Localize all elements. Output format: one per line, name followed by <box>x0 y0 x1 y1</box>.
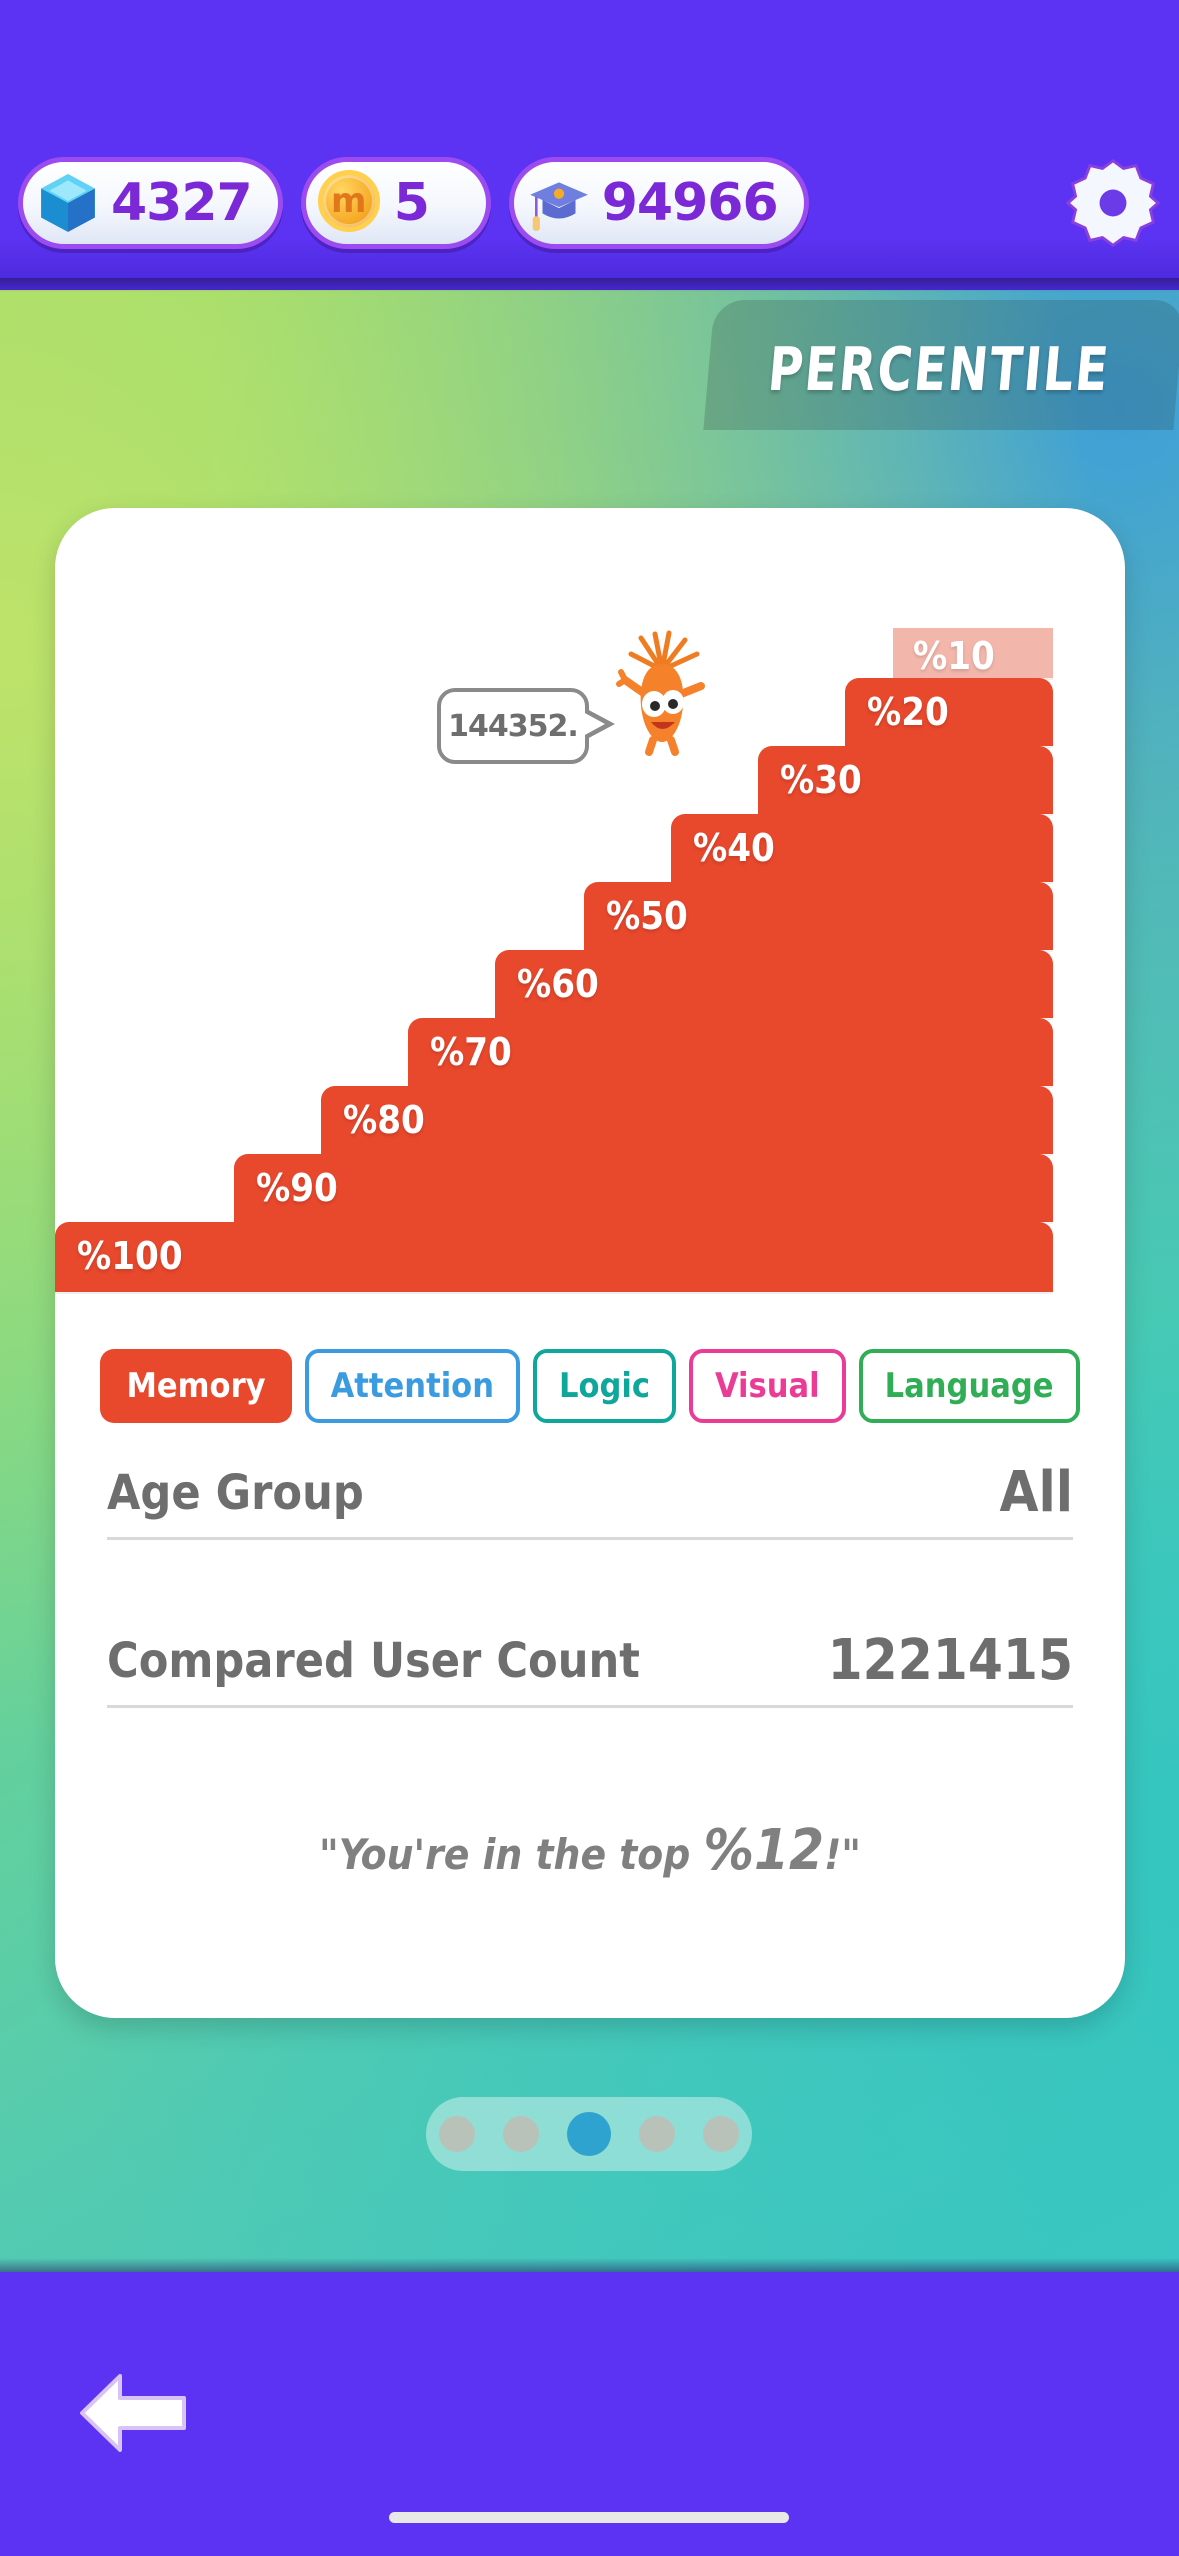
tab-logic[interactable]: Logic <box>532 1349 676 1423</box>
compared-user-count-label: Compared User Count <box>107 1632 640 1689</box>
stair-step-20-label: %20 <box>867 690 949 734</box>
home-indicator <box>389 2512 789 2523</box>
gem-icon <box>35 170 101 236</box>
tab-visual-label: Visual <box>714 1366 820 1406</box>
stair-step-100: %100 <box>55 1222 1053 1292</box>
hud-pill-row: 4327 m 5 94966 <box>0 148 1179 258</box>
stair-step-50: %50 <box>584 882 1053 950</box>
experience-pill[interactable]: 94966 <box>508 157 809 249</box>
carrot-mascot-icon <box>607 628 717 758</box>
tab-language-label: Language <box>884 1366 1054 1406</box>
tab-logic-label: Logic <box>558 1366 650 1406</box>
tab-memory-label: Memory <box>126 1366 266 1406</box>
experience-count: 94966 <box>601 173 779 233</box>
top-hud-bar: 4327 m 5 94966 <box>0 0 1179 290</box>
page-dot-2[interactable] <box>503 2116 539 2152</box>
coin-glyph: m <box>331 181 367 221</box>
compared-user-count-row: Compared User Count 1221415 <box>107 1616 1073 1708</box>
coin-currency-pill[interactable]: m 5 <box>300 157 491 249</box>
stair-step-30: %30 <box>758 746 1053 814</box>
tab-visual[interactable]: Visual <box>688 1349 846 1423</box>
compared-user-count-value: 1221415 <box>827 1628 1073 1693</box>
stair-step-20: %20 <box>845 678 1053 746</box>
quote-suffix: !" <box>824 1830 861 1879</box>
quote-prefix: "You're in the top <box>319 1830 704 1879</box>
percentile-card: %10 %20 %30 %40 %50 %60 %70 %80 %90 %100 <box>55 508 1125 2018</box>
coin-icon: m <box>317 170 384 236</box>
score-value: 144352. <box>448 708 579 744</box>
score-speech-bubble: 144352. <box>437 688 589 764</box>
stair-step-80-label: %80 <box>343 1098 425 1142</box>
tab-memory[interactable]: Memory <box>100 1349 292 1423</box>
page-indicator <box>426 2097 752 2171</box>
stair-step-70: %70 <box>408 1018 1053 1086</box>
stair-step-80: %80 <box>321 1086 1053 1154</box>
quote-value: %12 <box>703 1818 825 1883</box>
page-dot-3[interactable] <box>567 2112 611 2156</box>
percentile-quote: "You're in the top %12!" <box>55 1818 1125 1883</box>
category-tab-bar: Memory Attention Logic Visual Language <box>65 1346 1115 1426</box>
gear-icon[interactable] <box>1065 155 1161 251</box>
back-arrow-icon[interactable] <box>72 2370 190 2456</box>
stair-step-30-label: %30 <box>780 758 862 802</box>
page-dot-1[interactable] <box>439 2116 475 2152</box>
stair-step-10: %10 <box>893 628 1053 678</box>
stair-step-90: %90 <box>234 1154 1053 1222</box>
stair-step-90-label: %90 <box>256 1166 338 1210</box>
coin-count: 5 <box>393 173 430 233</box>
stair-step-50-label: %50 <box>606 894 688 938</box>
tab-language[interactable]: Language <box>858 1349 1080 1423</box>
speech-bubble-tail-inner <box>583 712 605 736</box>
stair-step-40-label: %40 <box>693 826 775 870</box>
tab-attention[interactable]: Attention <box>304 1349 520 1423</box>
age-group-value: All <box>999 1460 1074 1525</box>
stair-step-60: %60 <box>495 950 1053 1018</box>
gem-count: 4327 <box>111 173 253 233</box>
age-group-row[interactable]: Age Group All <box>107 1448 1073 1540</box>
percentile-stair-chart: %10 %20 %30 %40 %50 %60 %70 %80 %90 %100 <box>55 588 1125 1318</box>
gem-currency-pill[interactable]: 4327 <box>18 157 283 249</box>
stair-step-10-label: %10 <box>913 634 995 678</box>
page-title: PERCENTILE <box>765 335 1113 405</box>
tab-attention-label: Attention <box>330 1366 494 1406</box>
stair-step-60-label: %60 <box>517 962 599 1006</box>
stair-step-100-label: %100 <box>77 1234 183 1278</box>
page-dot-4[interactable] <box>639 2116 675 2152</box>
stair-step-40: %40 <box>671 814 1053 882</box>
page-dot-5[interactable] <box>703 2116 739 2152</box>
stair-step-70-label: %70 <box>430 1030 512 1074</box>
graduation-cap-icon <box>526 170 592 236</box>
age-group-label: Age Group <box>107 1464 364 1521</box>
